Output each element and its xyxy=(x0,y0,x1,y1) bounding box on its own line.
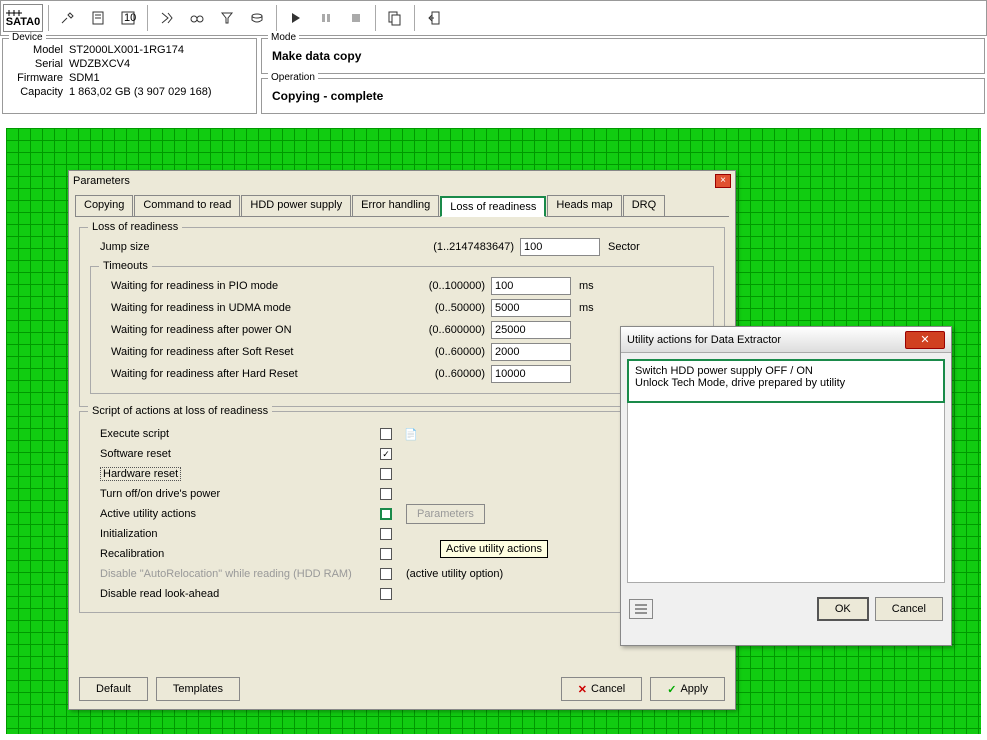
templates-button[interactable]: Templates xyxy=(156,677,240,701)
device-panel: Device ModelST2000LX001-1RG174 SerialWDZ… xyxy=(2,38,257,114)
tab-copying[interactable]: Copying xyxy=(75,195,133,216)
tab-command[interactable]: Command to read xyxy=(134,195,240,216)
checkbox-5[interactable] xyxy=(380,528,392,540)
tab-drq[interactable]: DRQ xyxy=(623,195,665,216)
tab-loss[interactable]: Loss of readiness xyxy=(440,196,546,217)
mode-panel: Mode Make data copy xyxy=(261,38,985,74)
checkbox-2[interactable] xyxy=(380,468,392,480)
ok-button[interactable]: OK xyxy=(817,597,869,621)
checkbox-0[interactable] xyxy=(380,428,392,440)
utility-dialog: Utility actions for Data Extractor ✕ Swi… xyxy=(620,326,952,646)
main-toolbar: SATA0 100 xyxy=(0,0,987,36)
binoculars-icon[interactable] xyxy=(183,4,211,32)
browse-icon[interactable]: 📄 xyxy=(404,428,418,441)
checkbox-7[interactable] xyxy=(380,568,392,580)
copy-icon[interactable] xyxy=(381,4,409,32)
close-icon[interactable]: ✕ xyxy=(905,331,945,349)
disk-icon[interactable] xyxy=(243,4,271,32)
stop-icon[interactable] xyxy=(342,4,370,32)
tab-power[interactable]: HDD power supply xyxy=(241,195,351,216)
tab-error[interactable]: Error handling xyxy=(352,195,439,216)
utility-list[interactable]: Switch HDD power supply OFF / ON Unlock … xyxy=(627,359,945,403)
svg-text:100: 100 xyxy=(124,12,136,24)
percent-icon[interactable]: 100 xyxy=(114,4,142,32)
funnel-icon[interactable] xyxy=(213,4,241,32)
document-icon[interactable] xyxy=(84,4,112,32)
pause-icon[interactable] xyxy=(312,4,340,32)
checkbox-4[interactable] xyxy=(380,508,392,520)
utility-item[interactable]: Switch HDD power supply OFF / ON xyxy=(635,365,937,377)
checkbox-3[interactable] xyxy=(380,488,392,500)
tab-bar: Copying Command to read HDD power supply… xyxy=(75,195,729,217)
utility-title: Utility actions for Data Extractor xyxy=(627,334,781,346)
checkbox-1[interactable] xyxy=(380,448,392,460)
timeout-input-4[interactable] xyxy=(491,365,571,383)
cancel-button[interactable]: Cancel xyxy=(875,597,943,621)
timeout-input-3[interactable] xyxy=(491,343,571,361)
exit-icon[interactable] xyxy=(420,4,448,32)
apply-button[interactable]: ✓Apply xyxy=(650,677,725,701)
checkbox-6[interactable] xyxy=(380,548,392,560)
timeout-input-0[interactable] xyxy=(491,277,571,295)
jump-size-input[interactable] xyxy=(520,238,600,256)
default-button[interactable]: Default xyxy=(79,677,148,701)
timeout-input-1[interactable] xyxy=(491,299,571,317)
timeout-input-2[interactable] xyxy=(491,321,571,339)
utility-item[interactable]: Unlock Tech Mode, drive prepared by util… xyxy=(635,377,937,389)
tools-icon[interactable] xyxy=(54,4,82,32)
operation-panel: Operation Copying - complete xyxy=(261,78,985,114)
parameters-button[interactable]: Parameters xyxy=(406,504,485,524)
sector-map: Parameters × Copying Command to read HDD… xyxy=(6,128,981,734)
sata-button[interactable]: SATA0 xyxy=(3,4,43,32)
tab-heads[interactable]: Heads map xyxy=(547,195,621,216)
list-icon[interactable] xyxy=(629,599,653,619)
close-icon[interactable]: × xyxy=(715,174,731,188)
play-icon[interactable] xyxy=(282,4,310,32)
tooltip: Active utility actions xyxy=(440,540,548,558)
checkbox-8[interactable] xyxy=(380,588,392,600)
arrow-icon[interactable] xyxy=(153,4,181,32)
cancel-button[interactable]: ✕Cancel xyxy=(561,677,642,701)
dialog-title: Parameters xyxy=(73,175,130,187)
